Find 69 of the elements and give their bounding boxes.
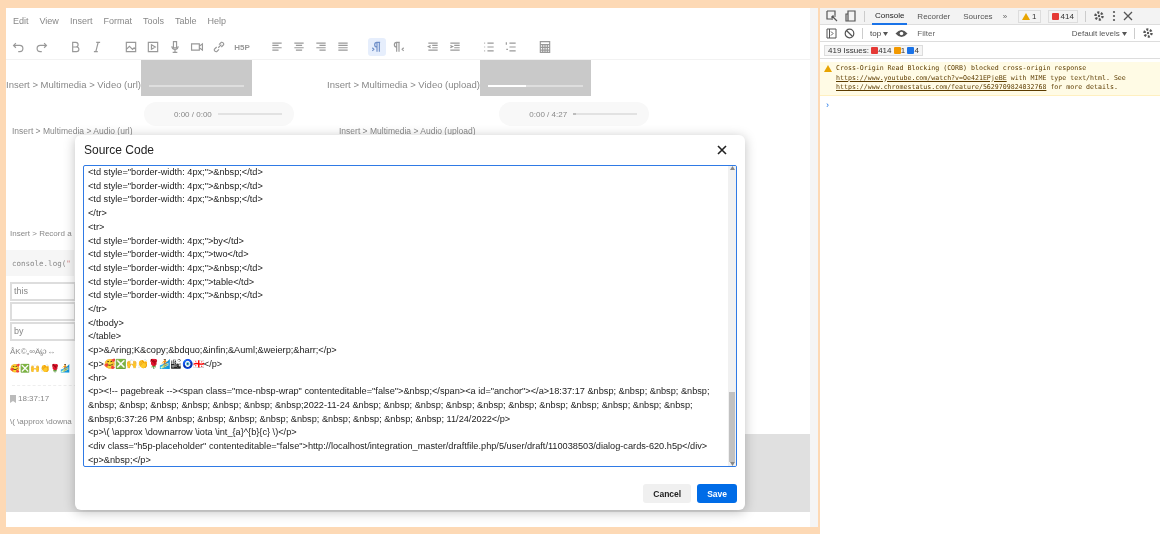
timestamp-text: 18:37:17 [10, 394, 76, 403]
table-cell: this [10, 282, 76, 301]
menu-item[interactable]: View [39, 16, 59, 32]
scroll-up-icon[interactable] [729, 166, 735, 170]
align-center-icon [292, 40, 306, 54]
cancel-button[interactable]: Cancel [643, 484, 692, 503]
console-prompt[interactable]: › [820, 95, 835, 114]
media-icon [146, 40, 160, 54]
caption-text: Insert > Multimedia > Video (url) [6, 79, 141, 90]
caption-text: Insert > Multimedia > Audio (upload) [338, 126, 477, 137]
emoji-text: 🥰❎🙌👏🌹🏄 [10, 364, 71, 373]
camera-icon [190, 40, 204, 54]
ltr-button[interactable] [368, 38, 386, 56]
image-icon [124, 40, 138, 54]
scrollbar[interactable] [810, 8, 818, 527]
more-tabs[interactable]: » [1002, 11, 1008, 21]
dialog-title: Source Code [84, 143, 155, 157]
warning-icon [1022, 12, 1031, 20]
align-right-icon [314, 40, 328, 54]
devtools-tab[interactable]: Sources [960, 8, 996, 24]
numbers-icon [504, 40, 518, 54]
settings-icon[interactable] [1142, 27, 1154, 39]
bullets-icon [482, 40, 496, 54]
link-icon [212, 40, 226, 54]
menu-item[interactable]: Table [174, 16, 197, 32]
caption-text: Insert > Record a [10, 229, 73, 238]
devtools-tab[interactable]: Console [872, 7, 908, 25]
menu-item[interactable]: Help [207, 16, 226, 32]
sidebar-toggle-icon[interactable] [826, 27, 837, 39]
audio-time: 0:00 / 4:27 [529, 109, 568, 119]
menu-item[interactable]: Tools [142, 16, 164, 32]
error-count-badge[interactable]: 414 [1047, 9, 1078, 23]
caret-icon [883, 31, 889, 36]
menu-item[interactable]: Insert [69, 16, 93, 32]
eye-icon[interactable] [895, 28, 909, 38]
formula-text: \( \approx \downa [10, 417, 73, 426]
undo-icon [12, 40, 26, 54]
close-icon[interactable] [717, 145, 727, 155]
clear-console-icon[interactable] [844, 27, 855, 39]
warning-count-badge[interactable]: 1 [1018, 9, 1041, 23]
issues-button[interactable]: 419 Issues: 414 1 4 [824, 44, 923, 56]
audio-time: 0:00 / 0:00 [174, 109, 212, 119]
menu-item[interactable]: Edit [13, 16, 29, 32]
align-left-icon [270, 40, 284, 54]
mic-icon [168, 40, 182, 54]
source-code-field[interactable]: <td style="border-width: 4px;">&nbsp;</td> <td style="border-width: 4px;">&nbsp;</td> <td style="border-width: 4px;">&nbsp;</td> </tr> <tr> <td style="border-width: 4px;">by</td> <td style="border-width: 4px;">two</td> <td style="border-width: 4px;">&nbsp;</td> <td style="border-width: 4px;">table</td> <td style="border-width: 4px;">&nbsp;</td> </tr> </tbody> </table> <p>&Aring;K&copy;&bdquo;&infin;&Auml;&weierp;&harr;</p> <p>🥰❎🙌👏🌹🏄🏙🧿🇬🇪</p> <hr> <p><!-- pagebreak --><span class="mce-nbsp-wrap" contenteditable="false">&nbsp;</span><a id="anchor"></a>18:37:17 &nbsp; &nbsp; &nbsp; &nbsp; &nbsp; &nbsp; &nbsp; &nbsp; &nbsp; &nbsp; &nbsp;2022-11-24 &nbsp; &nbsp; &nbsp; &nbsp; &nbsp; &nbsp; &nbsp; &nbsp; &nbsp; &nbsp; &nbsp; &nbsp;6:37:26 PM &nbsp; &nbsp; &nbsp; &nbsp; &nbsp; &nbsp; &nbsp; &nbsp; &nbsp; 11/24/2022</p> <p>\( \approx \downarrow \iota \int_{a}^{b}{c} \)</p> <div class="h5p-placeholder" contenteditable="false">http://localhost/integration_master/draftfile.php/5/user/draft/110038503/dialog-cards-620.h5p</div> <p>&nbsp;</p> [83, 165, 737, 467]
levels-dropdown[interactable]: Default levels [1071, 28, 1127, 38]
more-options-icon[interactable] [1111, 10, 1116, 22]
context-dropdown[interactable]: top [870, 28, 889, 38]
rtl-icon [392, 40, 406, 54]
devtools-tab[interactable]: Recorder [914, 8, 954, 24]
calculator-icon [538, 40, 552, 54]
device-icon[interactable] [845, 10, 857, 22]
indent-icon [448, 40, 462, 54]
inspect-icon[interactable] [826, 10, 838, 22]
redo-icon [34, 40, 48, 54]
bookmark-icon [10, 394, 16, 403]
settings-icon[interactable] [1092, 10, 1105, 22]
table-cell [10, 302, 76, 321]
menu-item[interactable]: Format [103, 16, 132, 32]
special-characters-text: ÅK©„∞Ä℘↔ [10, 346, 57, 356]
table-cell: by [10, 322, 76, 341]
outdent-icon [426, 40, 440, 54]
justify-icon [336, 40, 350, 54]
close-icon[interactable] [1122, 11, 1133, 21]
caret-icon [1122, 31, 1127, 36]
warning-icon [824, 65, 832, 72]
caption-text: Insert > Multimedia > Video (upload) [327, 79, 480, 90]
save-button[interactable]: Save [697, 484, 737, 503]
